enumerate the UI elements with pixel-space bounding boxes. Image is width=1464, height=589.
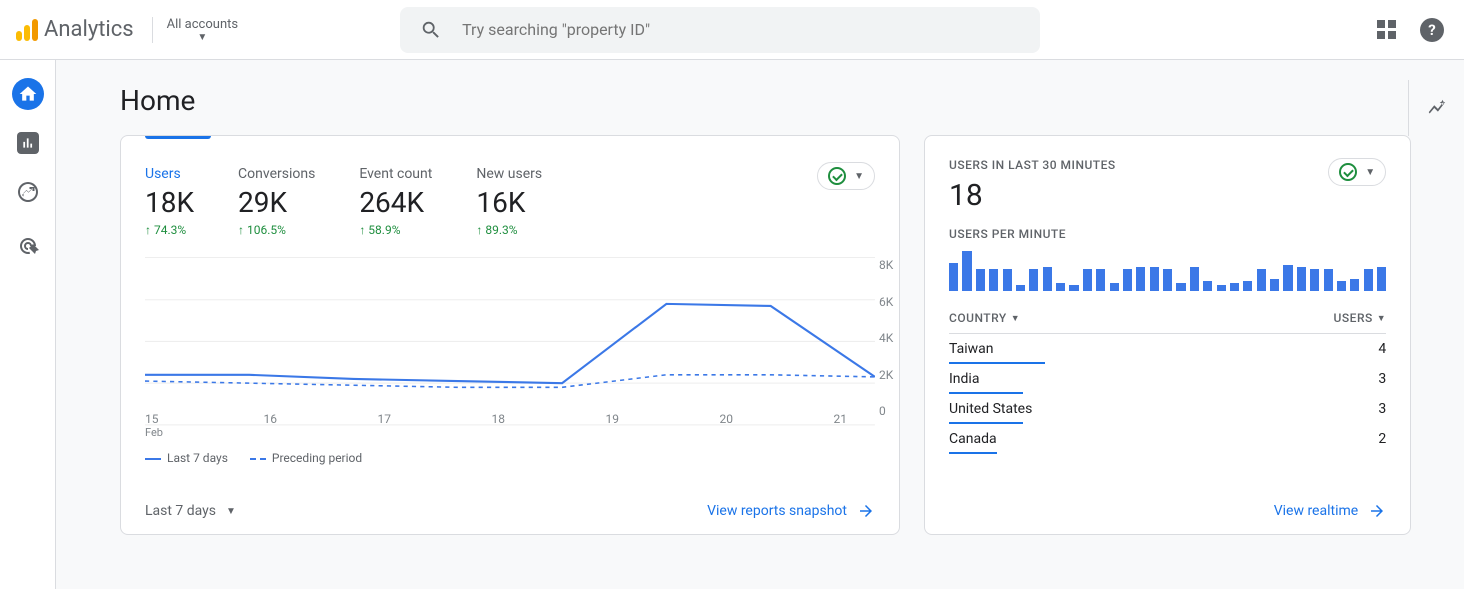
date-range-selector[interactable]: Last 7 days ▼ [145,503,236,519]
arrow-right-icon [1368,502,1386,520]
chevron-down-icon: ▼ [854,171,864,182]
nav-home[interactable] [12,78,44,110]
overview-footer: Last 7 days ▼ View reports snapshot [145,502,875,520]
realtime-footer: View realtime [949,502,1386,520]
account-selector-label: All accounts [167,17,238,32]
legend-item-current: Last 7 days [145,451,228,465]
product-logo[interactable]: Analytics [16,17,134,42]
insights-button[interactable] [1408,80,1464,136]
metric-tab[interactable]: Users18K74.3% [145,166,194,237]
account-selector[interactable]: All accounts ▼ [152,17,252,43]
metric-tabs: Users18K74.3% Conversions29K106.5% Event c… [145,136,875,237]
cards-row: ▼ Users18K74.3% Conversions29K106.5% Event… [120,135,1390,535]
line-chart: 8K6K4K2K0 15Feb161718192021 [145,257,875,447]
analytics-logo-icon [16,19,38,41]
y-axis-labels: 8K6K4K2K0 [879,258,903,418]
chevron-down-icon: ▼ [1365,167,1375,178]
nav-advertising[interactable] [12,230,44,262]
chevron-down-icon: ▼ [1011,313,1020,324]
country-row[interactable]: Taiwan4 [949,334,1386,364]
legend-item-previous: Preceding period [250,451,362,465]
line-chart-svg [145,258,875,435]
header-actions: ? [1377,18,1444,42]
check-circle-icon [828,167,846,185]
help-icon[interactable]: ? [1420,18,1444,42]
country-row[interactable]: United States3 [949,394,1386,424]
metric-tab[interactable]: New users16K89.3% [476,166,542,237]
trend-circle-icon [16,180,40,204]
nav-rail [0,60,56,589]
country-header[interactable]: COUNTRY▼ [949,311,1020,325]
country-table-body: Taiwan4India3United States3Canada2 [949,334,1386,454]
users-header[interactable]: USERS▼ [1334,311,1387,325]
view-reports-link[interactable]: View reports snapshot [707,502,875,520]
bar-chart-icon [21,136,35,150]
chevron-down-icon: ▼ [1377,313,1386,324]
per-minute-bars [949,249,1386,291]
page: Home ▼ Users18K74.3% Conversions29K106.5%… [56,60,1464,589]
arrow-right-icon [857,502,875,520]
view-realtime-link[interactable]: View realtime [1274,502,1386,520]
shell: Home ▼ Users18K74.3% Conversions29K106.5%… [0,60,1464,589]
chevron-down-icon: ▼ [226,506,236,517]
search-icon [420,19,442,41]
overview-card: ▼ Users18K74.3% Conversions29K106.5% Event… [120,135,900,535]
status-chip[interactable]: ▼ [1328,158,1386,186]
check-circle-icon [1339,163,1357,181]
product-name: Analytics [44,17,134,42]
chevron-down-icon: ▼ [197,32,207,43]
status-chip[interactable]: ▼ [817,162,875,190]
metric-tab[interactable]: Event count264K58.9% [359,166,432,237]
sparkle-trend-icon [1426,97,1448,119]
nav-reports[interactable] [17,132,39,154]
active-tab-indicator [145,136,211,139]
app-header: Analytics All accounts ▼ ? [0,0,1464,60]
realtime-count: 18 [949,178,1386,213]
target-click-icon [16,234,40,258]
country-row[interactable]: India3 [949,364,1386,394]
realtime-title: USERS IN LAST 30 MINUTES [949,158,1386,172]
apps-icon[interactable] [1377,20,1396,39]
chart-legend: Last 7 days Preceding period [145,451,875,465]
per-minute-title: USERS PER MINUTE [949,227,1386,241]
search-input[interactable] [460,19,1020,40]
home-icon [18,84,38,104]
nav-explore[interactable] [12,176,44,208]
country-table-header: COUNTRY▼ USERS▼ [949,311,1386,334]
country-row[interactable]: Canada2 [949,424,1386,454]
search-bar[interactable] [400,7,1040,53]
x-axis-labels: 15Feb161718192021 [145,412,847,439]
metric-tab[interactable]: Conversions29K106.5% [238,166,315,237]
realtime-card: ▼ USERS IN LAST 30 MINUTES 18 USERS PER … [924,135,1411,535]
page-title: Home [120,84,1390,117]
